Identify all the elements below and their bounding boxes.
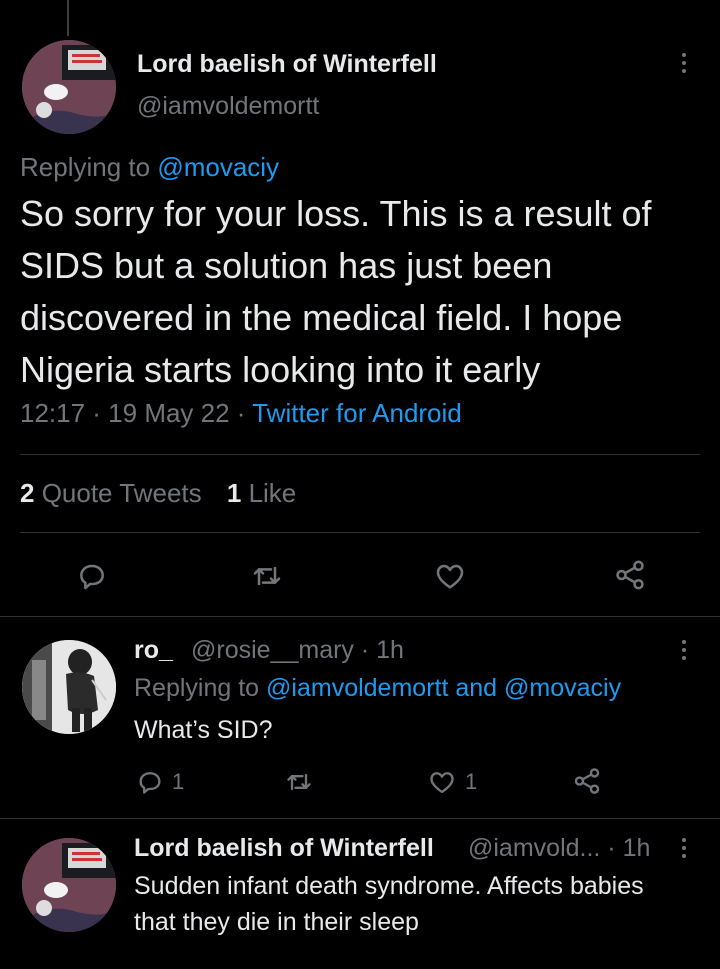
replying-to-prefix: Replying to (134, 674, 267, 702)
like-button[interactable]: 1 (427, 768, 477, 796)
replying-to-link[interactable]: @movaciy (157, 152, 279, 182)
divider (0, 616, 720, 617)
like-icon (430, 772, 454, 794)
reply-icon (139, 772, 161, 794)
more-icon[interactable] (681, 640, 687, 664)
like-icon (436, 564, 464, 589)
reply-author-name[interactable]: ro_ (134, 636, 173, 665)
tweet-source[interactable]: Twitter for Android (252, 398, 462, 428)
likes-link[interactable]: 1 Like (227, 478, 296, 508)
quote-label: Quote Tweets (34, 478, 202, 508)
divider (0, 818, 720, 819)
tweet-timestamp[interactable]: 12:17 · 19 May 22 · (20, 398, 252, 428)
more-icon[interactable] (681, 53, 687, 77)
retweet-button[interactable] (250, 560, 284, 592)
reply-author-name[interactable]: Lord baelish of Winterfell (134, 834, 434, 863)
reply-button[interactable] (76, 560, 108, 592)
like-label: Like (241, 478, 297, 508)
reply-icon (80, 564, 104, 590)
replying-to-link[interactable]: @iamvoldemortt and @movaciy (266, 674, 621, 702)
retweet-icon (287, 773, 311, 791)
like-count: 1 (465, 769, 478, 794)
author-name[interactable]: Lord baelish of Winterfell (137, 50, 437, 79)
more-icon[interactable] (681, 838, 687, 862)
reply-count: 1 (172, 769, 185, 794)
reply-button[interactable]: 1 (136, 768, 184, 796)
like-count: 1 (226, 478, 242, 508)
thread-connector-line (67, 0, 69, 36)
like-button[interactable] (433, 560, 467, 592)
replying-to: Replying to @iamvoldemortt and @movaciy (134, 674, 621, 703)
reply-author-handle[interactable]: @iamvold... · 1h (468, 834, 650, 863)
divider (20, 454, 700, 455)
replying-to: Replying to @movaciy (20, 152, 279, 183)
tweet-meta: 12:17 · 19 May 22 · Twitter for Android (20, 398, 462, 429)
reply-author-handle[interactable]: @rosie__mary · 1h (191, 636, 404, 665)
avatar[interactable] (22, 838, 116, 932)
share-icon (574, 768, 600, 794)
share-button[interactable] (612, 558, 648, 592)
reply-text: Sudden infant death syndrome. Affects ba… (134, 872, 644, 936)
author-handle[interactable]: @iamvoldemortt (137, 92, 319, 121)
share-button[interactable] (571, 766, 603, 796)
retweet-button[interactable] (284, 768, 322, 796)
tweet-stats: 2 Quote Tweets 1 Like (20, 478, 296, 509)
avatar[interactable] (22, 40, 116, 134)
reply-text: What’s SID? (134, 716, 273, 744)
quote-tweets-link[interactable]: 2 Quote Tweets (20, 478, 202, 508)
share-icon (616, 560, 644, 590)
retweet-icon (253, 566, 281, 586)
quote-count: 2 (20, 478, 35, 508)
avatar[interactable] (22, 640, 116, 734)
replying-to-prefix: Replying to (20, 152, 158, 182)
divider (20, 532, 700, 533)
tweet-text: So sorry for your loss. This is a result… (20, 193, 652, 390)
